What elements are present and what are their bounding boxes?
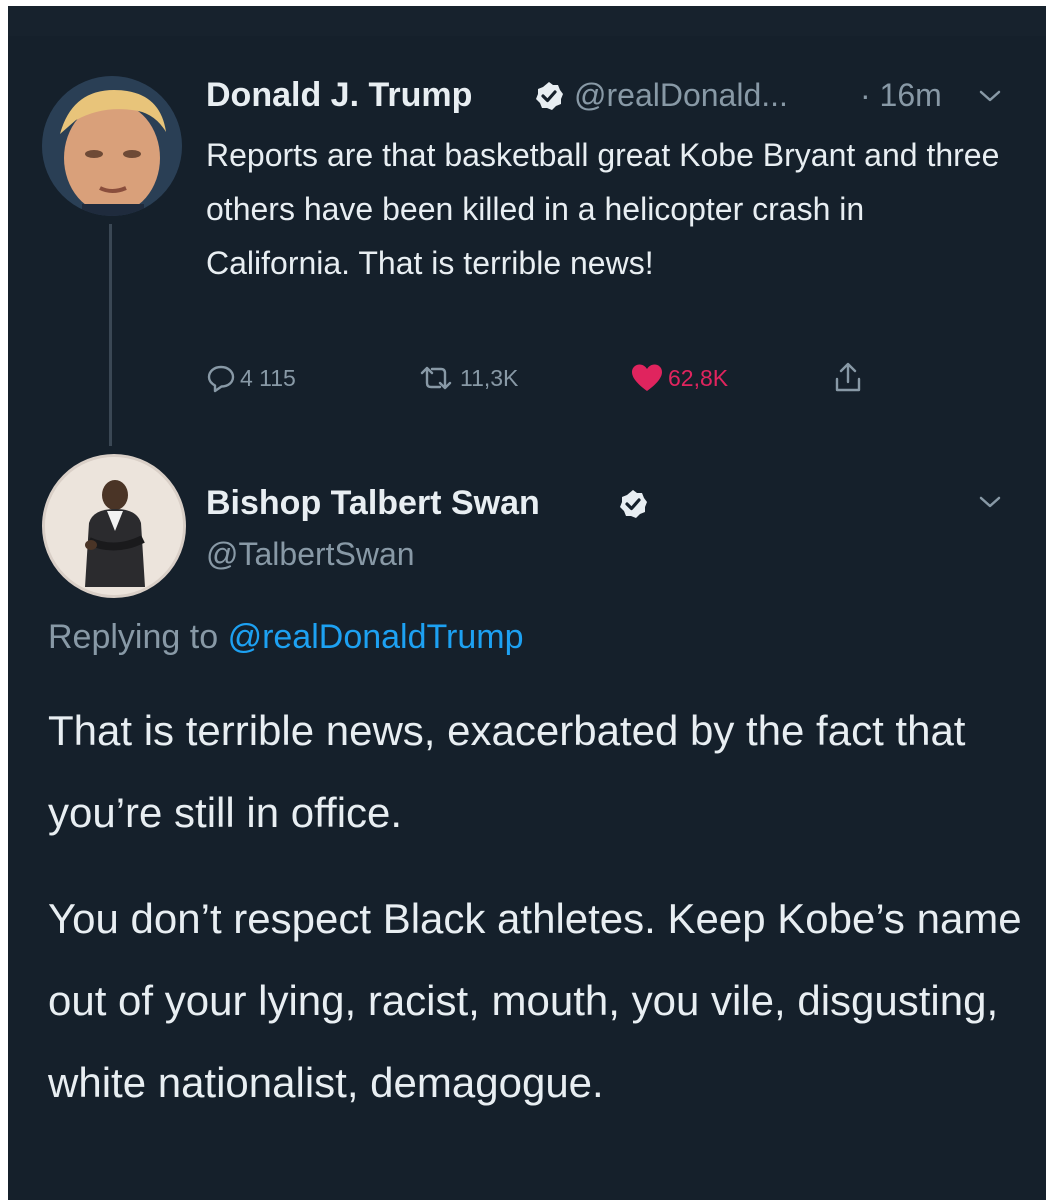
reply-text-paragraph-2: You don’t respect Black athletes. Keep K… bbox=[48, 895, 1022, 1106]
retweet-button[interactable]: 11,3K bbox=[416, 356, 518, 400]
screenshot-frame: Donald J. Trump @realDonald... · 16m Rep… bbox=[0, 0, 1053, 1200]
reply-author-handle[interactable]: @TalbertSwan bbox=[206, 536, 415, 573]
retweet-count: 11,3K bbox=[460, 364, 519, 391]
replying-to-mention-link[interactable]: @realDonaldTrump bbox=[228, 618, 524, 656]
tweet-text: Reports are that basketball great Kobe B… bbox=[206, 137, 1000, 281]
reply-text-paragraph-1: That is terrible news, exacerbated by th… bbox=[48, 707, 966, 836]
reply-icon bbox=[207, 365, 235, 393]
chevron-down-icon[interactable] bbox=[976, 86, 1004, 106]
share-icon bbox=[835, 362, 861, 392]
avatar[interactable] bbox=[42, 454, 186, 598]
like-count: 62,8K bbox=[668, 364, 729, 391]
tweet-author-name[interactable]: Donald J. Trump bbox=[206, 76, 472, 115]
like-button[interactable]: 62,8K bbox=[630, 356, 728, 400]
top-bar bbox=[8, 6, 1046, 36]
tweet-timestamp[interactable]: · 16m bbox=[860, 77, 942, 114]
heart-icon bbox=[632, 364, 662, 391]
avatar-portrait-icon bbox=[45, 457, 183, 595]
replying-to-line: Replying to @realDonaldTrump bbox=[48, 618, 524, 657]
verified-icon bbox=[620, 490, 647, 518]
tweet-action-bar: 4 115 11,3K 62,8K bbox=[206, 356, 906, 400]
twitter-dark-screen: Donald J. Trump @realDonald... · 16m Rep… bbox=[8, 6, 1046, 1200]
verified-icon bbox=[536, 82, 563, 110]
avatar-portrait-icon bbox=[42, 76, 182, 216]
chevron-down-icon[interactable] bbox=[976, 492, 1004, 512]
tweet-author-handle[interactable]: @realDonald... bbox=[574, 77, 788, 114]
replying-to-label: Replying to bbox=[48, 618, 219, 656]
reply-author-name[interactable]: Bishop Talbert Swan bbox=[206, 484, 540, 523]
reply-button[interactable]: 4 115 bbox=[206, 356, 296, 400]
share-button[interactable] bbox=[832, 356, 868, 400]
retweet-icon bbox=[420, 366, 452, 390]
avatar[interactable] bbox=[42, 76, 182, 216]
reply-count: 4 115 bbox=[240, 364, 296, 391]
thread-connector-line bbox=[109, 224, 112, 446]
